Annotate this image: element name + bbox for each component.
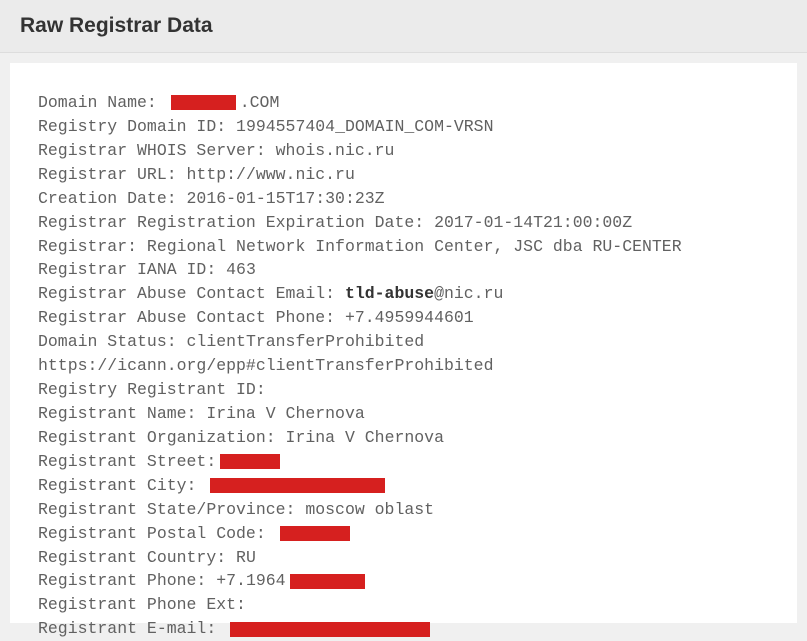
whois-registrar: Registrar: Regional Network Information …: [38, 235, 769, 259]
label: Registrar WHOIS Server:: [38, 139, 276, 163]
label: Registrar:: [38, 235, 147, 259]
whois-domain-name: Domain Name: .COM: [38, 91, 769, 115]
value: 463: [226, 258, 256, 282]
header-bar: Raw Registrar Data: [0, 0, 807, 53]
label: Registrant Name:: [38, 402, 206, 426]
label: Registrant Phone:: [38, 569, 216, 593]
value: Irina V Chernova: [206, 402, 364, 426]
label: Registry Domain ID:: [38, 115, 236, 139]
value: whois.nic.ru: [276, 139, 395, 163]
value: moscow oblast: [305, 498, 434, 522]
label: Registrant Organization:: [38, 426, 286, 450]
redaction-block: [290, 574, 365, 589]
label: Registrant Postal Code:: [38, 522, 276, 546]
label: Registrant E-mail:: [38, 617, 226, 641]
value: RU: [236, 546, 256, 570]
whois-registrant-org: Registrant Organization: Irina V Chernov…: [38, 426, 769, 450]
label: Domain Name:: [38, 91, 167, 115]
label: Registrar Abuse Contact Phone:: [38, 306, 345, 330]
label: Registry Registrant ID:: [38, 378, 266, 402]
label: Registrant City:: [38, 474, 206, 498]
value-prefix: +7.1964: [216, 569, 285, 593]
label: Registrar Abuse Contact Email:: [38, 282, 345, 306]
value: http://www.nic.ru: [187, 163, 355, 187]
value-rest: @nic.ru: [434, 282, 503, 306]
label: Registrar Registration Expiration Date:: [38, 211, 434, 235]
whois-registrant-state: Registrant State/Province: moscow oblast: [38, 498, 769, 522]
whois-registrar-url: Registrar URL: http://www.nic.ru: [38, 163, 769, 187]
whois-domain-status: Domain Status: clientTransferProhibited: [38, 330, 769, 354]
whois-iana-id: Registrar IANA ID: 463: [38, 258, 769, 282]
whois-registrant-city: Registrant City:: [38, 474, 769, 498]
label: Registrant Country:: [38, 546, 236, 570]
whois-abuse-phone: Registrar Abuse Contact Phone: +7.495994…: [38, 306, 769, 330]
whois-registrant-name: Registrant Name: Irina V Chernova: [38, 402, 769, 426]
redaction-block: [171, 95, 236, 110]
value-suffix: .COM: [240, 91, 280, 115]
value-bold: tld-abuse: [345, 282, 434, 306]
value: 2017-01-14T21:00:00Z: [434, 211, 632, 235]
value: 1994557404_DOMAIN_COM-VRSN: [236, 115, 493, 139]
value: clientTransferProhibited: [187, 330, 425, 354]
page-title: Raw Registrar Data: [20, 14, 787, 38]
whois-registrant-country: Registrant Country: RU: [38, 546, 769, 570]
whois-abuse-email: Registrar Abuse Contact Email: tld-abuse…: [38, 282, 769, 306]
whois-registrant-street: Registrant Street:: [38, 450, 769, 474]
label: Creation Date:: [38, 187, 187, 211]
label: Registrant Street:: [38, 450, 216, 474]
label: Registrant Phone Ext:: [38, 593, 246, 617]
value: https://icann.org/epp#clientTransferProh…: [38, 354, 493, 378]
whois-registrant-postal: Registrant Postal Code:: [38, 522, 769, 546]
whois-registrant-phone: Registrant Phone: +7.1964: [38, 569, 769, 593]
label: Domain Status:: [38, 330, 187, 354]
label: Registrar URL:: [38, 163, 187, 187]
redaction-block: [230, 622, 430, 637]
whois-registrar-whois-server: Registrar WHOIS Server: whois.nic.ru: [38, 139, 769, 163]
whois-registry-domain-id: Registry Domain ID: 1994557404_DOMAIN_CO…: [38, 115, 769, 139]
value: Regional Network Information Center, JSC…: [147, 235, 682, 259]
redaction-block: [220, 454, 280, 469]
value: 2016-01-15T17:30:23Z: [187, 187, 385, 211]
whois-registry-registrant-id: Registry Registrant ID:: [38, 378, 769, 402]
redaction-block: [280, 526, 350, 541]
whois-content: Domain Name: .COM Registry Domain ID: 19…: [10, 63, 797, 623]
whois-registrant-email: Registrant E-mail:: [38, 617, 769, 641]
redaction-block: [210, 478, 385, 493]
value: +7.4959944601: [345, 306, 474, 330]
whois-creation-date: Creation Date: 2016-01-15T17:30:23Z: [38, 187, 769, 211]
whois-expiration-date: Registrar Registration Expiration Date: …: [38, 211, 769, 235]
label: Registrant State/Province:: [38, 498, 305, 522]
value: Irina V Chernova: [286, 426, 444, 450]
whois-registrant-phone-ext: Registrant Phone Ext:: [38, 593, 769, 617]
whois-icann-url: https://icann.org/epp#clientTransferProh…: [38, 354, 769, 378]
label: Registrar IANA ID:: [38, 258, 226, 282]
